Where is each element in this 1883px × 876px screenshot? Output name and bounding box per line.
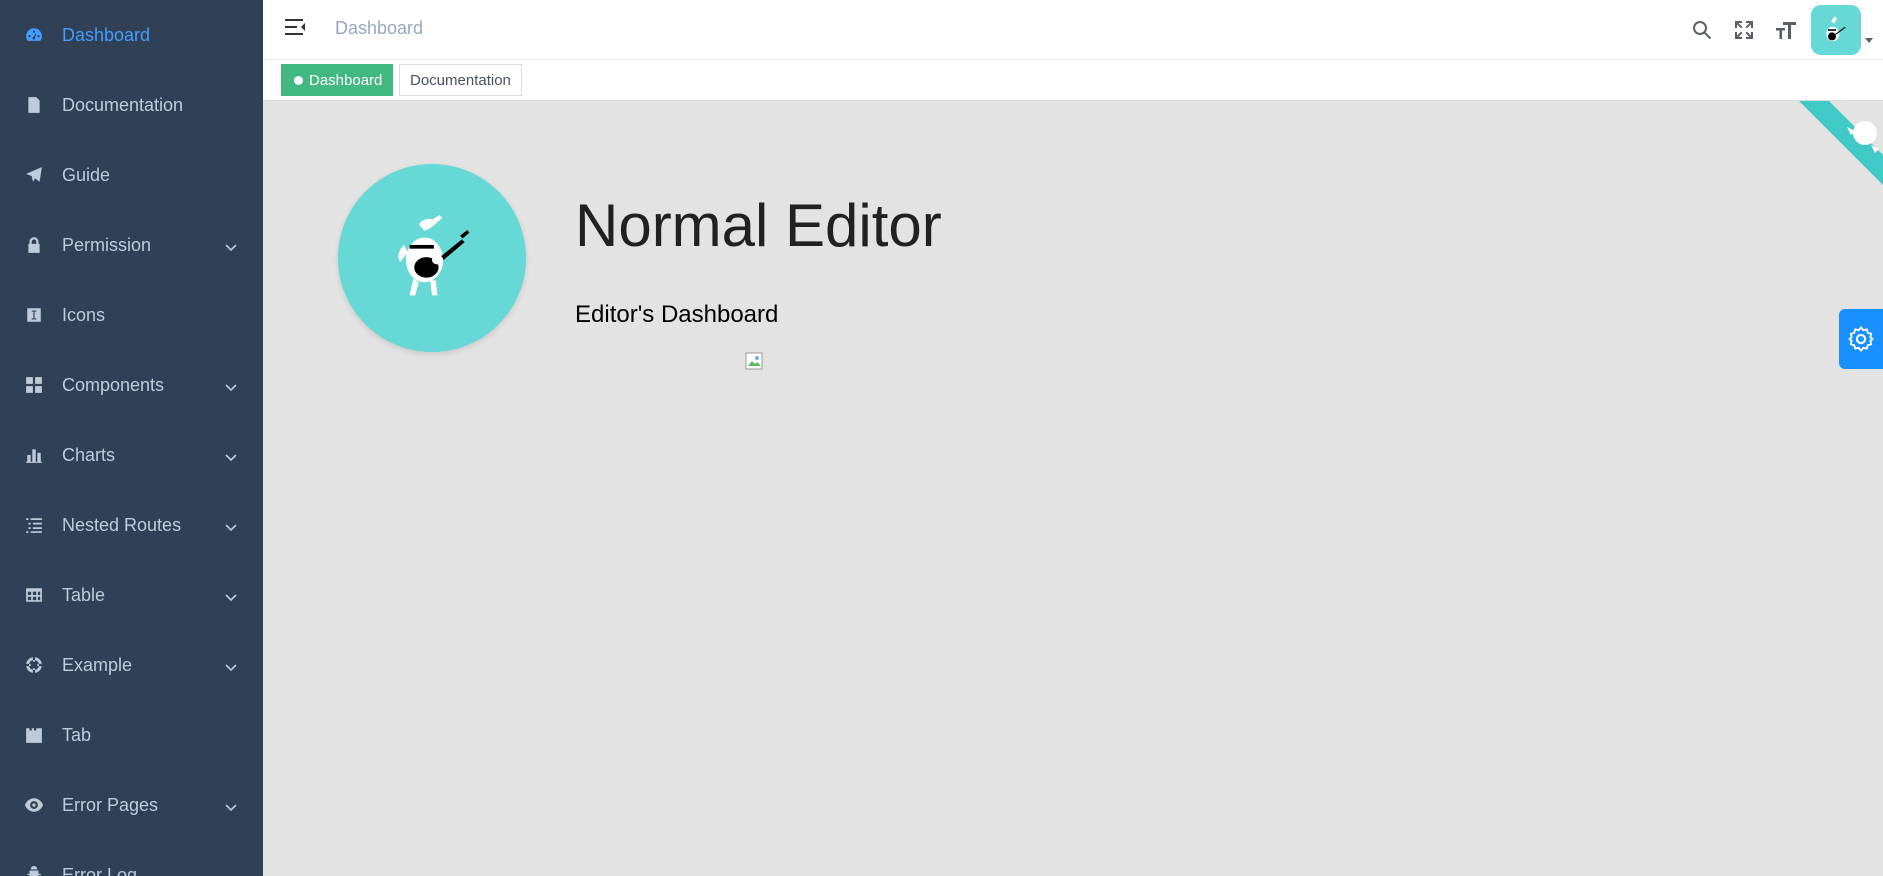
- tags-view: Dashboard Documentation: [263, 60, 1883, 101]
- chevron-down-icon: [225, 587, 237, 602]
- tab-icon: [24, 725, 44, 745]
- sidebar: Dashboard Documentation Guide Permission…: [0, 0, 263, 876]
- sidebar-item-label: Tab: [62, 724, 92, 745]
- sidebar-item-error-pages[interactable]: Error Pages: [0, 770, 263, 840]
- sidebar-item-label: Guide: [62, 164, 111, 185]
- lock-icon: [24, 235, 44, 255]
- chevron-down-icon: [225, 517, 237, 532]
- caret-down-icon: [1865, 38, 1873, 43]
- avatar-dropdown[interactable]: [1811, 0, 1883, 60]
- sidebar-item-documentation[interactable]: Documentation: [0, 70, 263, 140]
- chevron-down-icon: [225, 447, 237, 462]
- sidebar-item-label: Permission: [62, 234, 152, 255]
- sidebar-item-nested-routes[interactable]: Nested Routes: [0, 490, 263, 560]
- sidebar-item-label: Table: [62, 584, 106, 605]
- breadcrumb: Dashboard: [335, 18, 424, 38]
- sidebar-item-label: Icons: [62, 304, 106, 325]
- 404-icon: [24, 795, 44, 815]
- icons-icon: [24, 305, 44, 325]
- sidebar-item-label: Example: [62, 654, 133, 675]
- size-icon[interactable]: [1765, 9, 1807, 51]
- chevron-down-icon: [225, 797, 237, 812]
- tag-label: Documentation: [410, 71, 511, 89]
- sidebar-item-label: Components: [62, 374, 165, 395]
- bug-icon: [24, 865, 44, 876]
- navbar: Dashboard: [263, 0, 1883, 60]
- sidebar-item-dashboard[interactable]: Dashboard: [0, 0, 263, 70]
- tag-label: Dashboard: [309, 71, 383, 89]
- chevron-down-icon: [225, 657, 237, 672]
- dashboard-subtitle: Editor's Dashboard: [575, 301, 779, 328]
- example-icon: [24, 655, 44, 675]
- active-dot-icon: [294, 75, 303, 85]
- sidebar-item-error-log[interactable]: Error Log: [0, 840, 263, 876]
- role-title: Normal Editor: [575, 192, 942, 259]
- gear-icon: [1848, 326, 1874, 352]
- settings-button[interactable]: [1839, 309, 1883, 369]
- component-icon: [24, 375, 44, 395]
- search-icon[interactable]: [1681, 9, 1723, 51]
- sidebar-item-label: Documentation: [62, 94, 184, 115]
- chevron-down-icon: [225, 377, 237, 392]
- table-icon: [24, 585, 44, 605]
- dashboard-icon: [24, 25, 44, 45]
- sidebar-item-label: Dashboard: [62, 24, 151, 45]
- chevron-down-icon: [225, 237, 237, 252]
- tag-dashboard[interactable]: Dashboard: [281, 64, 394, 96]
- tag-documentation[interactable]: Documentation: [399, 64, 522, 96]
- sidebar-item-guide[interactable]: Guide: [0, 140, 263, 210]
- sidebar-item-label: Error Log: [62, 864, 138, 876]
- nested-icon: [24, 515, 44, 535]
- hamburger-icon[interactable]: [283, 15, 307, 39]
- sidebar-item-label: Nested Routes: [62, 514, 182, 535]
- sidebar-item-components[interactable]: Components: [0, 350, 263, 420]
- broken-image-icon: [745, 352, 765, 372]
- chart-icon: [24, 445, 44, 465]
- sidebar-item-label: Error Pages: [62, 794, 159, 815]
- sidebar-item-permission[interactable]: Permission: [0, 210, 263, 280]
- documentation-icon: [24, 95, 44, 115]
- github-corner-icon[interactable]: [1799, 101, 1883, 185]
- fullscreen-icon[interactable]: [1723, 9, 1765, 51]
- main-content: Normal Editor Editor's Dashboard: [263, 101, 1883, 876]
- guide-icon: [24, 165, 44, 185]
- sidebar-item-table[interactable]: Table: [0, 560, 263, 630]
- right-menu: [1681, 0, 1883, 60]
- avatar: [1811, 5, 1861, 55]
- sidebar-item-charts[interactable]: Charts: [0, 420, 263, 490]
- sidebar-item-label: Charts: [62, 444, 116, 465]
- sidebar-item-tab[interactable]: Tab: [0, 700, 263, 770]
- sidebar-item-example[interactable]: Example: [0, 630, 263, 700]
- sidebar-item-icons[interactable]: Icons: [0, 280, 263, 350]
- avatar: [338, 164, 526, 352]
